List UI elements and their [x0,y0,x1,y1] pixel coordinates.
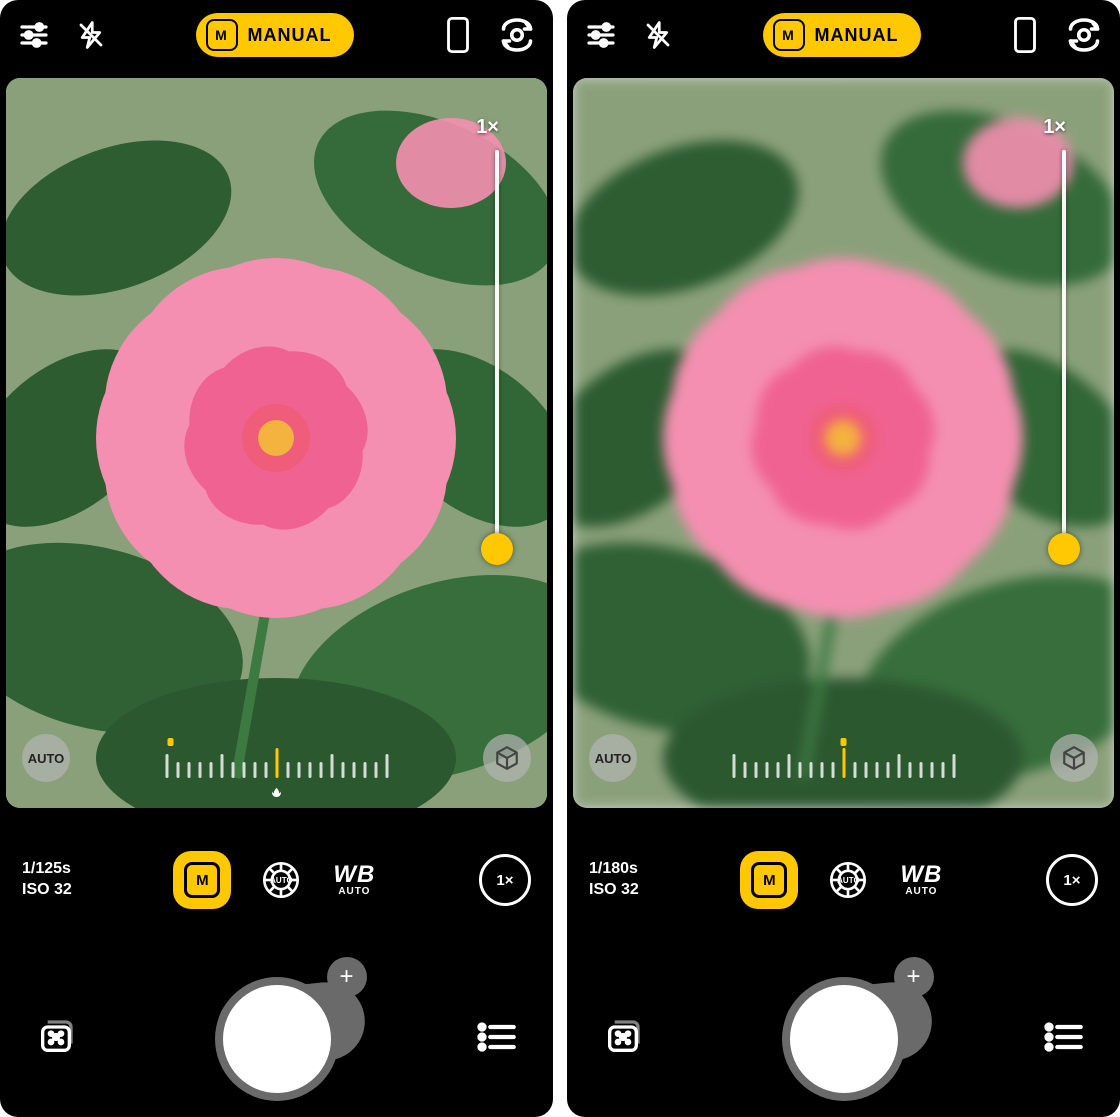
shutter-plus-button[interactable]: + [327,957,367,997]
flash-off-icon[interactable] [643,20,673,50]
lens-selector-button[interactable]: 1× [1046,854,1098,906]
mode-label: MANUAL [815,25,899,46]
shutter-speed: 1/125s [22,859,72,880]
aspect-ratio-icon[interactable] [1010,16,1040,54]
menu-list-icon[interactable] [477,1022,517,1057]
manual-mode-button[interactable]: M [742,853,796,907]
camera-pane-0: M MANUAL 1× AUTO [0,0,553,1117]
zoom-label: 1× [476,116,499,139]
manual-mode-button[interactable]: M [175,853,229,907]
exposure-readout: 1/125s ISO 32 [22,859,72,901]
zoom-slider-knob[interactable] [1048,533,1080,565]
ruler-indicator [167,738,173,746]
zoom-slider-track[interactable] [495,150,499,550]
settings-icon[interactable] [585,19,617,51]
lens-selector-button[interactable]: 1× [479,854,531,906]
shutter-button[interactable] [223,985,331,1093]
top-bar: M MANUAL [567,0,1120,70]
top-bar: M MANUAL [0,0,553,70]
controls-row: 1/125s ISO 32 M AUTO WB AUTO 1× [0,840,553,920]
mode-badge-letter: M [206,19,238,51]
aspect-ratio-icon[interactable] [443,16,473,54]
exposure-readout: 1/180s ISO 32 [589,859,639,901]
camera-pane-1: M MANUAL 1× AUTO [567,0,1120,1117]
iso-value: ISO 32 [22,880,72,901]
iso-value: ISO 32 [589,880,639,901]
settings-icon[interactable] [18,19,50,51]
flash-off-icon[interactable] [76,20,106,50]
ruler-indicator [841,738,847,746]
viewfinder[interactable] [6,78,547,808]
controls-row: 1/180s ISO 32 M AUTO WB AUTO 1× [567,840,1120,920]
aperture-button[interactable]: AUTO [828,860,868,900]
mode-label: MANUAL [248,25,332,46]
mode-selector[interactable]: M MANUAL [196,13,354,57]
shutter-row: + [567,985,1120,1093]
focus-ruler[interactable] [165,738,388,813]
switch-camera-icon[interactable] [499,17,535,53]
ar-cube-button[interactable] [483,734,531,782]
auto-focus-badge[interactable]: AUTO [22,734,70,782]
switch-camera-icon[interactable] [1066,17,1102,53]
shutter-plus-button[interactable]: + [894,957,934,997]
white-balance-button[interactable]: WB AUTO [900,863,942,897]
mode-badge-letter: M [773,19,805,51]
focus-ruler[interactable] [732,738,955,778]
mode-selector[interactable]: M MANUAL [763,13,921,57]
aperture-button[interactable]: AUTO [261,860,301,900]
auto-focus-badge[interactable]: AUTO [589,734,637,782]
ar-cube-button[interactable] [1050,734,1098,782]
macro-icon [266,786,288,813]
gallery-icon[interactable] [603,1017,643,1062]
viewfinder[interactable] [573,78,1114,808]
shutter-button[interactable] [790,985,898,1093]
shutter-row: + [0,985,553,1093]
white-balance-button[interactable]: WB AUTO [333,863,375,897]
zoom-slider-knob[interactable] [481,533,513,565]
gallery-icon[interactable] [36,1017,76,1062]
shutter-speed: 1/180s [589,859,639,880]
menu-list-icon[interactable] [1044,1022,1084,1057]
zoom-slider-track[interactable] [1062,150,1066,550]
zoom-label: 1× [1043,116,1066,139]
